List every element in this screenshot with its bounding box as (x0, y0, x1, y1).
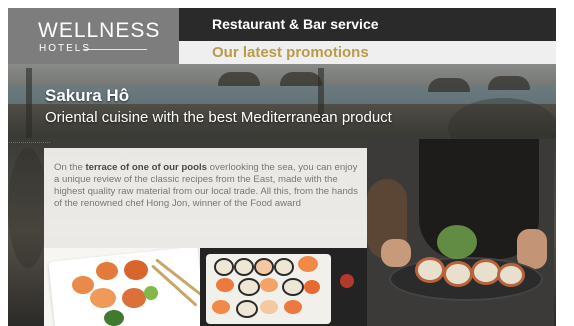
chef-plating-photo (367, 139, 554, 326)
promo-slide: WELLNESS HOTELS Restaurant & Bar service… (8, 8, 556, 326)
restaurant-tagline: Oriental cuisine with the best Mediterra… (45, 109, 392, 126)
maki-roll (274, 258, 294, 276)
sushi-roll (497, 263, 525, 287)
nigiri (212, 300, 230, 314)
nigiri (304, 280, 320, 294)
sushi-photo-plate (44, 248, 200, 326)
microgreens (437, 225, 477, 259)
description-part: On the (54, 162, 86, 173)
nigiri (284, 300, 302, 314)
sushi-roll (124, 260, 148, 280)
garnish (104, 310, 124, 326)
header-title-bar: Restaurant & Bar service (179, 8, 556, 41)
sushi-roll (415, 257, 445, 283)
background-palm (26, 68, 32, 138)
nigiri (260, 300, 278, 314)
chef-hand (381, 239, 411, 267)
header-title: Restaurant & Bar service (212, 16, 379, 32)
sushi-roll (90, 288, 116, 308)
maki-roll (234, 258, 254, 276)
nigiri (216, 278, 234, 292)
brand-logo: WELLNESS HOTELS (8, 8, 179, 64)
dotted-guide (8, 142, 50, 143)
background-umbrella (488, 76, 530, 90)
sushi-roll (72, 276, 94, 294)
maki-roll (254, 258, 274, 276)
description-panel: On the terrace of one of our pools overl… (44, 148, 367, 248)
description-emphasis: terrace of one of our pools (85, 162, 208, 173)
promo-bar: Our latest promotions (179, 41, 556, 64)
sauce-bowl (340, 274, 354, 288)
wasabi (144, 286, 158, 300)
maki-roll (238, 278, 260, 296)
sushi-roll (443, 261, 473, 287)
maki-roll (282, 278, 304, 296)
background-foliage (8, 148, 48, 268)
sushi-roll (96, 262, 118, 280)
nigiri (298, 256, 318, 272)
restaurant-name: Sakura Hô (45, 86, 130, 105)
promo-title: Our latest promotions (212, 44, 369, 61)
frame: WELLNESS HOTELS Restaurant & Bar service… (0, 0, 574, 326)
sushi-roll (122, 288, 146, 308)
description-text: On the terrace of one of our pools overl… (54, 162, 358, 210)
background-umbrella (218, 72, 260, 86)
brand-name: WELLNESS (38, 19, 161, 42)
maki-roll (236, 300, 258, 318)
sushi-photo-platter (200, 248, 367, 326)
maki-roll (214, 258, 234, 276)
background-umbrella (428, 78, 470, 92)
logo-divider (84, 49, 147, 50)
nigiri (260, 278, 278, 292)
background-umbrella (280, 72, 322, 86)
